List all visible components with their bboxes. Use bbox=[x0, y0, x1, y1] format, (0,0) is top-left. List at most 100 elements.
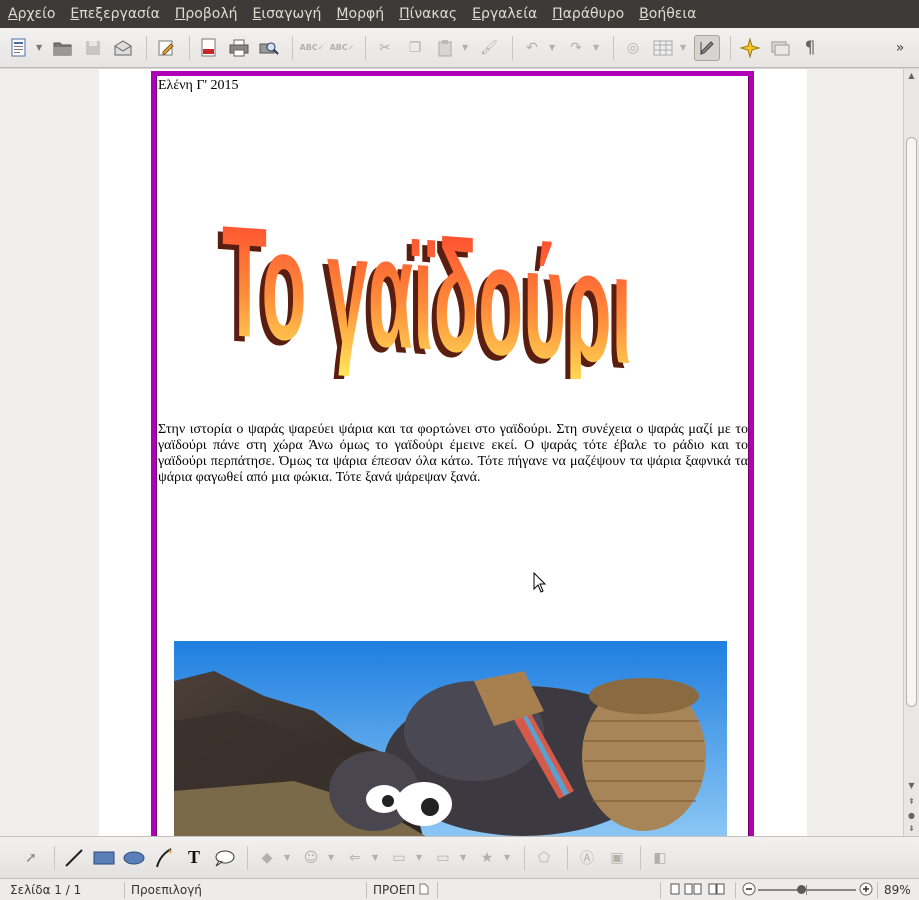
standard-toolbar: ▼ ABC✓ ABC✓ ✂ ❐ ▼ 🖌 ↶ ▼ ↷ ▼ ◎ ▼ ¶ » bbox=[0, 28, 919, 68]
toolbar-separator bbox=[292, 35, 293, 60]
single-page-view-icon[interactable] bbox=[669, 883, 681, 898]
zoom-slider-thumb[interactable] bbox=[797, 885, 806, 894]
drawing-toolbar: ➚ T ◆ ▼ ☺ ▼ ⇐ ▼ ▭ ▼ ▭ ▼ ★ ▼ ⬠ Ⓐ ▣ ◧ bbox=[0, 836, 919, 878]
menu-format[interactable]: Μορφή bbox=[336, 6, 384, 22]
flowchart-icon[interactable]: ▭ bbox=[386, 845, 412, 871]
menu-file[interactable]: Αρχείο bbox=[8, 6, 55, 22]
next-page-icon[interactable]: ⇟ bbox=[906, 824, 917, 834]
toolbar-overflow[interactable]: » bbox=[887, 35, 913, 61]
donkey-image[interactable] bbox=[174, 641, 727, 836]
story-paragraph[interactable]: Στην ιστορία ο ψαράς ψαρεύει ψάρια και τ… bbox=[158, 422, 748, 486]
toolbar-separator bbox=[524, 845, 525, 870]
block-arrows-dropdown-icon[interactable]: ▼ bbox=[372, 853, 380, 862]
menu-view[interactable]: Προβολή bbox=[175, 6, 238, 22]
from-file-icon[interactable]: ▣ bbox=[604, 845, 630, 871]
mouse-cursor bbox=[533, 572, 547, 593]
freeform-pen-icon[interactable] bbox=[151, 845, 177, 871]
zoom-level[interactable]: 89% bbox=[884, 883, 911, 897]
page-count[interactable]: Σελίδα 1 / 1 bbox=[10, 883, 81, 897]
flowchart-dropdown-icon[interactable]: ▼ bbox=[416, 853, 424, 862]
rectangle-icon[interactable] bbox=[91, 845, 117, 871]
cut-icon[interactable]: ✂ bbox=[372, 35, 398, 61]
status-separator bbox=[124, 882, 125, 898]
page-style[interactable]: Προεπιλογή bbox=[131, 883, 202, 897]
callouts-dropdown-icon[interactable]: ▼ bbox=[460, 853, 468, 862]
toolbar-separator bbox=[189, 35, 190, 60]
status-separator bbox=[877, 882, 878, 898]
line-icon[interactable] bbox=[61, 845, 87, 871]
copy-icon[interactable]: ❐ bbox=[402, 35, 428, 61]
navigation-icon[interactable]: ● bbox=[906, 811, 917, 821]
toolbar-separator bbox=[567, 845, 568, 870]
fontwork-icon[interactable]: Ⓐ bbox=[574, 845, 600, 871]
previous-page-icon[interactable]: ⇞ bbox=[906, 797, 917, 807]
basic-shapes-dropdown-icon[interactable]: ▼ bbox=[284, 853, 292, 862]
menu-table[interactable]: Πίνακας bbox=[399, 6, 457, 22]
vertical-scrollbar[interactable]: ▲ ▼ ⇞ ● ⇟ bbox=[903, 69, 919, 836]
new-dropdown-icon[interactable]: ▼ bbox=[36, 43, 44, 52]
select-arrow-icon[interactable]: ➚ bbox=[18, 845, 44, 871]
menu-tools[interactable]: Εργαλεία bbox=[472, 6, 537, 22]
stars-icon[interactable]: ★ bbox=[474, 845, 500, 871]
data-sources-icon[interactable] bbox=[767, 35, 793, 61]
email-icon[interactable] bbox=[110, 35, 136, 61]
extrusion-icon[interactable]: ◧ bbox=[647, 845, 673, 871]
symbol-shapes-dropdown-icon[interactable]: ▼ bbox=[328, 853, 336, 862]
spellcheck-icon[interactable]: ABC✓ bbox=[299, 35, 325, 61]
redo-dropdown-icon[interactable]: ▼ bbox=[593, 43, 601, 52]
table-icon[interactable] bbox=[650, 35, 676, 61]
status-separator bbox=[366, 882, 367, 898]
paste-dropdown-icon[interactable]: ▼ bbox=[462, 43, 470, 52]
print-preview-icon[interactable] bbox=[256, 35, 282, 61]
wordart-title[interactable]: Το γαϊδούρι Το γαϊδούρι bbox=[209, 129, 649, 379]
draw-functions-icon[interactable] bbox=[694, 34, 720, 61]
save-icon[interactable] bbox=[80, 35, 106, 61]
basic-shapes-icon[interactable]: ◆ bbox=[254, 845, 280, 871]
wordart-text: Το γαϊδούρι bbox=[222, 192, 632, 379]
clone-formatting-icon[interactable]: 🖌 bbox=[476, 35, 502, 61]
undo-icon[interactable]: ↶ bbox=[519, 35, 545, 61]
two-page-view-icon[interactable] bbox=[684, 883, 702, 898]
status-bar: Σελίδα 1 / 1 Προεπιλογή ΠΡΟΕΠ 89% bbox=[0, 878, 919, 900]
new-document-icon[interactable] bbox=[6, 35, 32, 61]
autospellcheck-icon[interactable]: ABC✓ bbox=[329, 35, 355, 61]
ellipse-icon[interactable] bbox=[121, 845, 147, 871]
edit-file-icon[interactable] bbox=[153, 35, 179, 61]
callout-icon[interactable] bbox=[211, 845, 237, 871]
zoom-slider[interactable] bbox=[758, 885, 856, 895]
callouts-icon[interactable]: ▭ bbox=[430, 845, 456, 871]
export-pdf-icon[interactable] bbox=[196, 35, 222, 61]
stars-dropdown-icon[interactable]: ▼ bbox=[504, 853, 512, 862]
navigator-icon[interactable]: ◎ bbox=[620, 35, 646, 61]
gallery-star-icon[interactable] bbox=[737, 35, 763, 61]
book-view-icon[interactable] bbox=[708, 883, 726, 898]
toolbar-separator bbox=[640, 845, 641, 870]
header-text[interactable]: Ελένη Γ' 2015 bbox=[158, 78, 239, 94]
menu-help[interactable]: Βοήθεια bbox=[639, 6, 696, 22]
menu-window[interactable]: Παράθυρο bbox=[552, 6, 624, 22]
document-page[interactable]: Ελένη Γ' 2015 Το γαϊδούρι Το γαϊδούρι Στ… bbox=[99, 69, 807, 836]
block-arrows-icon[interactable]: ⇐ bbox=[342, 845, 368, 871]
zoom-out-icon[interactable] bbox=[742, 882, 756, 899]
menu-edit[interactable]: Επεξεργασία bbox=[70, 6, 159, 22]
open-icon[interactable] bbox=[50, 35, 76, 61]
menu-bar: Αρχείο Επεξεργασία Προβολή Εισαγωγή Μορφ… bbox=[0, 0, 919, 28]
scrollbar-thumb[interactable] bbox=[906, 137, 917, 707]
scroll-up-icon[interactable]: ▲ bbox=[906, 71, 917, 81]
insert-mode[interactable]: ΠΡΟΕΠ bbox=[373, 883, 415, 897]
symbol-shapes-icon[interactable]: ☺ bbox=[298, 845, 324, 871]
status-separator bbox=[437, 882, 438, 898]
redo-icon[interactable]: ↷ bbox=[563, 35, 589, 61]
undo-dropdown-icon[interactable]: ▼ bbox=[549, 43, 557, 52]
zoom-in-icon[interactable] bbox=[859, 882, 873, 899]
text-icon[interactable]: T bbox=[181, 845, 207, 871]
scroll-down-icon[interactable]: ▼ bbox=[906, 781, 917, 791]
document-workspace[interactable]: Ελένη Γ' 2015 Το γαϊδούρι Το γαϊδούρι Στ… bbox=[0, 69, 903, 836]
menu-insert[interactable]: Εισαγωγή bbox=[253, 6, 322, 22]
points-icon[interactable]: ⬠ bbox=[531, 845, 557, 871]
table-dropdown-icon[interactable]: ▼ bbox=[680, 43, 688, 52]
pilcrow-icon[interactable]: ¶ bbox=[797, 35, 823, 61]
toolbar-separator bbox=[613, 35, 614, 60]
print-icon[interactable] bbox=[226, 35, 252, 61]
paste-icon[interactable] bbox=[432, 35, 458, 61]
